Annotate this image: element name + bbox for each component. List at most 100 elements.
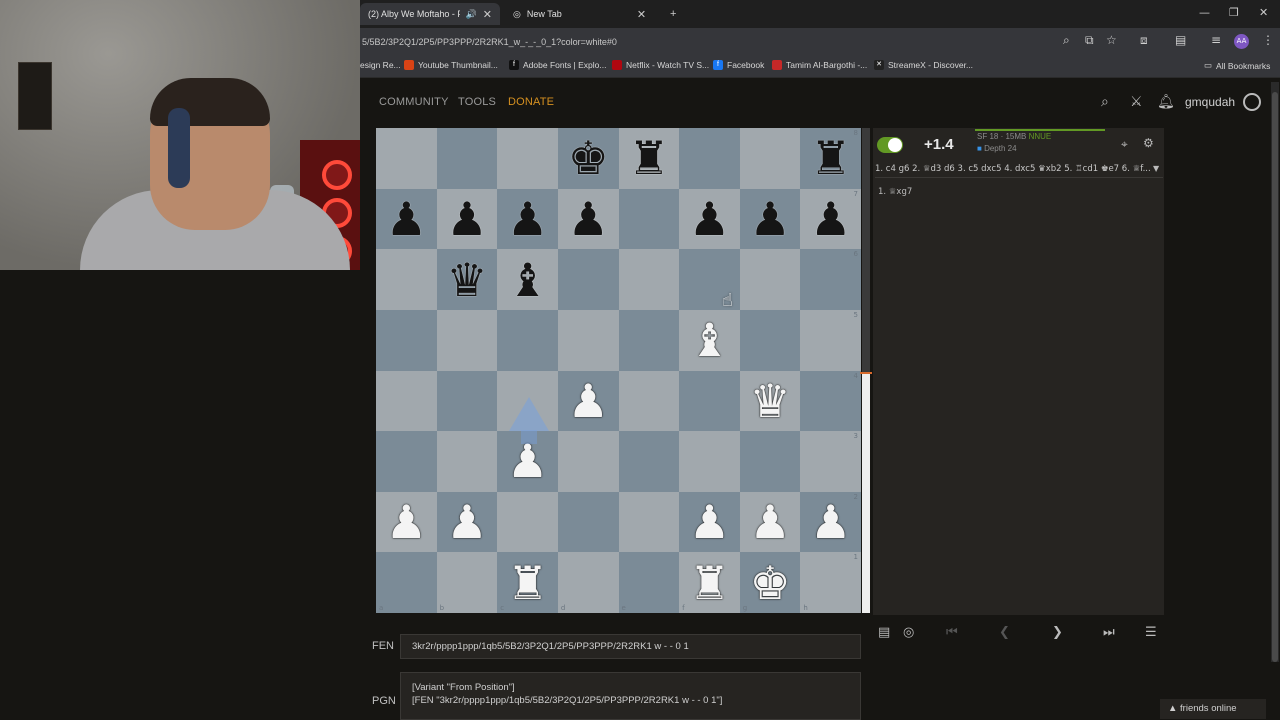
user-icon[interactable] — [1243, 93, 1261, 111]
white-pawn-icon[interactable]: ♟ — [507, 438, 548, 484]
chess-board[interactable]: ♚ ♜ ♜ 8 ♟ ♟ ♟ ♟ ♟ ♟ ♟ 7 ♛ ♝ 6 ♝ 5 ♟ ♛ 4 ♟ 3 ♟ ♟ ♟ ♟ ♟ 2 a b ♜ c d e ♜ f ♚ g 1 h — [376, 128, 861, 613]
square-a2[interactable]: ♟ — [376, 491, 437, 553]
zoom-icon[interactable]: ⌕ — [1063, 33, 1070, 48]
black-pawn-icon[interactable]: ♟ — [749, 196, 790, 242]
square-b1[interactable]: b — [436, 552, 498, 613]
bookmark-item[interactable]: Netflix - Watch TV S... — [612, 60, 709, 70]
white-pawn-icon[interactable]: ♟ — [689, 499, 730, 545]
pv-line[interactable]: 1. c4 g6 2. ♕d3 d6 3. c5 dxc5 4. dxc5 ♛x… — [875, 164, 1163, 178]
menu-icon[interactable]: ⋮ — [1262, 33, 1274, 47]
bookmark-item[interactable]: f Adobe Fonts | Explo... — [509, 60, 606, 70]
close-tab-icon[interactable]: ✕ — [637, 8, 646, 21]
square-f3[interactable] — [679, 431, 740, 492]
close-tab-icon[interactable]: ✕ — [483, 8, 492, 21]
square-a4[interactable] — [376, 370, 437, 432]
square-g1[interactable]: ♚ g — [739, 552, 801, 613]
bookmark-item[interactable]: f Facebook — [713, 60, 764, 70]
scrollbar-thumb[interactable] — [1272, 92, 1278, 662]
square-c1[interactable]: ♜ c — [497, 552, 558, 613]
black-king-icon[interactable]: ♚ — [568, 135, 609, 181]
square-e2[interactable] — [618, 491, 680, 553]
square-b7[interactable]: ♟ — [436, 188, 498, 250]
profile-avatar[interactable]: AA — [1234, 34, 1249, 49]
address-bar[interactable]: 5/5B2/3P2Q1/2P5/PP3PPP/2R2RK1_w_-_-_0_1?… — [362, 33, 1057, 51]
username[interactable]: gmqudah — [1185, 95, 1235, 109]
black-pawn-icon[interactable]: ♟ — [386, 196, 427, 242]
square-c6[interactable]: ♝ — [497, 249, 558, 310]
black-rook-icon[interactable]: ♜ — [628, 135, 669, 181]
square-f2[interactable]: ♟ — [679, 491, 740, 553]
square-g3[interactable] — [739, 431, 801, 492]
square-a7[interactable]: ♟ — [376, 188, 437, 250]
square-h8[interactable]: ♜ 8 — [800, 128, 861, 189]
fen-input[interactable]: 3kr2r/pppp1ppp/1qb5/5B2/3P2Q1/2P5/PP3PPP… — [400, 634, 861, 659]
bookmark-item[interactable]: ✕ StreameX - Discover... — [874, 60, 973, 70]
square-d7[interactable]: ♟ — [557, 188, 619, 250]
all-bookmarks[interactable]: ▭ All Bookmarks — [1204, 60, 1270, 71]
square-g6[interactable] — [739, 249, 801, 310]
black-pawn-icon[interactable]: ♟ — [507, 196, 548, 242]
first-move-icon[interactable]: ⏮ — [946, 625, 958, 640]
next-move-icon[interactable]: ❯ — [1052, 625, 1063, 640]
white-rook-icon[interactable]: ♜ — [689, 560, 730, 606]
bookmark-item[interactable]: Tamim Al-Bargothi -... — [772, 60, 867, 70]
nav-donate[interactable]: DONATE — [508, 96, 554, 108]
minimize-icon[interactable]: — — [1199, 6, 1210, 19]
gear-icon[interactable]: ⚙ — [1143, 136, 1154, 150]
square-b6[interactable]: ♛ — [436, 249, 498, 310]
square-d3[interactable] — [557, 431, 619, 492]
square-g8[interactable] — [739, 128, 801, 189]
black-pawn-icon[interactable]: ♟ — [568, 196, 609, 242]
white-pawn-icon[interactable]: ♟ — [386, 499, 427, 545]
square-b4[interactable] — [436, 370, 498, 432]
black-queen-icon[interactable]: ♛ — [446, 257, 487, 303]
restore-icon[interactable]: ❐ — [1229, 6, 1239, 19]
square-f1[interactable]: ♜ f — [679, 552, 740, 613]
black-bishop-icon[interactable]: ♝ — [507, 257, 548, 303]
white-pawn-icon[interactable]: ♟ — [749, 499, 790, 545]
black-pawn-icon[interactable]: ♟ — [446, 196, 487, 242]
bookmark-item[interactable]: Youtube Thumbnail... — [404, 60, 498, 70]
white-rook-icon[interactable]: ♜ — [507, 560, 548, 606]
bell-icon[interactable]: 🔔︎ — [1157, 94, 1175, 110]
tab-new[interactable]: ◎ New Tab ✕ — [505, 3, 655, 25]
hamburger-icon[interactable]: ☰ — [1145, 625, 1157, 640]
white-king-icon[interactable]: ♚ — [749, 560, 790, 606]
square-d5[interactable] — [557, 309, 619, 371]
tab-active[interactable]: (2) Alby We Moftaho - Faric 🔊 ✕ — [360, 3, 500, 25]
white-pawn-icon[interactable]: ♟ — [446, 499, 487, 545]
square-e8[interactable]: ♜ — [618, 128, 680, 189]
square-g7[interactable]: ♟ — [739, 188, 801, 250]
square-c2[interactable] — [497, 491, 558, 553]
pgn-textarea[interactable]: [Variant "From Position"] [FEN "3kr2r/pp… — [400, 672, 861, 720]
engine-toggle[interactable] — [877, 137, 903, 153]
black-rook-icon[interactable]: ♜ — [810, 135, 851, 181]
bookmark-item[interactable]: esign Re... — [360, 60, 401, 70]
black-pawn-icon[interactable]: ♟ — [810, 196, 851, 242]
square-h2[interactable]: ♟ 2 — [800, 491, 861, 553]
square-f4[interactable] — [679, 370, 740, 432]
square-e5[interactable] — [618, 309, 680, 371]
white-queen-icon[interactable]: ♛ — [749, 378, 790, 424]
square-b5[interactable] — [436, 309, 498, 371]
square-c8[interactable] — [497, 128, 558, 189]
white-bishop-icon[interactable]: ♝ — [689, 317, 730, 363]
last-move-icon[interactable]: ⏭ — [1103, 625, 1115, 640]
square-d1[interactable]: d — [557, 552, 619, 613]
practice-icon[interactable]: ◎ — [903, 625, 914, 640]
square-a8[interactable] — [376, 128, 437, 189]
sidepanel-icon[interactable]: ▤ — [1175, 33, 1186, 47]
square-h5[interactable]: 5 — [800, 309, 861, 371]
install-icon[interactable]: ⧉ — [1085, 33, 1094, 48]
friends-online-button[interactable]: ▲ friends online — [1160, 699, 1266, 719]
square-h6[interactable]: 6 — [800, 249, 861, 310]
square-b3[interactable] — [436, 431, 498, 492]
square-e6[interactable] — [618, 249, 680, 310]
square-b8[interactable] — [436, 128, 498, 189]
square-d4[interactable]: ♟ — [557, 370, 619, 432]
square-d2[interactable] — [557, 491, 619, 553]
square-f5[interactable]: ♝ — [679, 309, 740, 371]
square-b2[interactable]: ♟ — [436, 491, 498, 553]
square-e1[interactable]: e — [618, 552, 680, 613]
triangle-down-icon[interactable]: ▼ — [1153, 164, 1159, 173]
